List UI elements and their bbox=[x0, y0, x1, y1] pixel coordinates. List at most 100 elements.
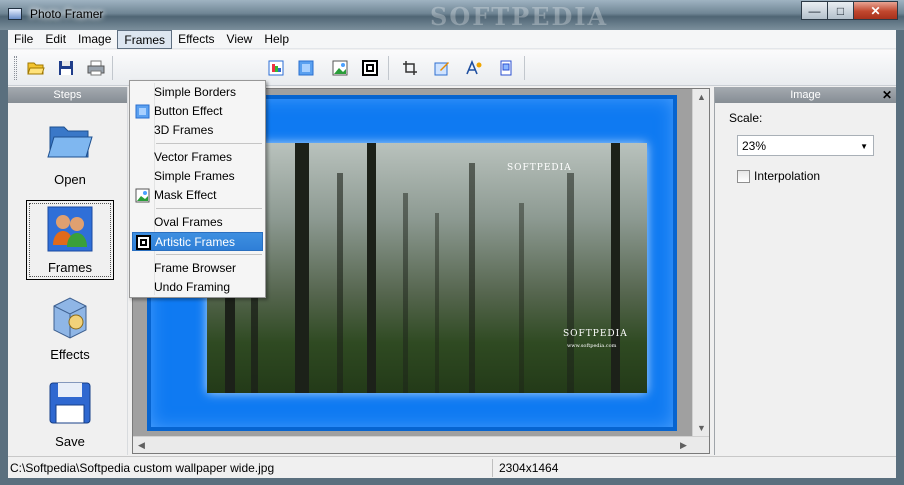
menu-item-mask-effect[interactable]: Mask Effect bbox=[132, 186, 263, 205]
menu-item-label: Simple Borders bbox=[154, 85, 237, 99]
mask-effect-button[interactable] bbox=[330, 58, 350, 78]
menu-help[interactable]: Help bbox=[258, 30, 295, 49]
close-button[interactable]: ✕ bbox=[853, 1, 898, 20]
menu-item-undo-framing[interactable]: Undo Framing bbox=[132, 278, 263, 297]
toolbar-grip[interactable] bbox=[14, 56, 17, 80]
photo-tree bbox=[469, 163, 475, 393]
menu-file[interactable]: File bbox=[8, 30, 39, 49]
menu-item-artistic-frames[interactable]: Artistic Frames bbox=[132, 232, 263, 251]
status-bar: C:\Softpedia\Softpedia custom wallpaper … bbox=[8, 456, 896, 478]
artistic-frames-icon bbox=[136, 235, 151, 250]
frame-browser-icon bbox=[500, 60, 512, 76]
horizontal-scrollbar[interactable]: ◀ ▶ bbox=[133, 436, 709, 453]
interpolation-option[interactable]: Interpolation bbox=[737, 169, 820, 183]
scroll-down-icon[interactable]: ▼ bbox=[693, 420, 709, 437]
menu-item-label: Mask Effect bbox=[154, 188, 217, 202]
step-open[interactable]: Open bbox=[26, 113, 114, 193]
mask-effect-icon bbox=[135, 188, 150, 203]
title-bar[interactable]: SOFTPEDIA Photo Framer — □ ✕ bbox=[0, 0, 904, 31]
menu-separator bbox=[156, 208, 262, 209]
crop-button[interactable] bbox=[400, 58, 420, 78]
save-button[interactable] bbox=[56, 58, 76, 78]
open-folder-button[interactable] bbox=[26, 58, 46, 78]
image-panel: Image ✕ Scale: 23% ▼ Interpolation bbox=[714, 87, 896, 455]
menu-item-label: Vector Frames bbox=[154, 150, 233, 164]
frame-browser-button[interactable] bbox=[496, 58, 516, 78]
photo-tree bbox=[337, 173, 343, 393]
menu-bar: File Edit Image Frames Effects View Help bbox=[8, 30, 896, 49]
adjust-image-button[interactable] bbox=[432, 58, 452, 78]
minimize-icon: — bbox=[808, 3, 821, 18]
photo-tree bbox=[435, 213, 439, 393]
scroll-left-icon[interactable]: ◀ bbox=[133, 437, 150, 453]
step-save[interactable]: Save bbox=[26, 375, 114, 455]
menu-image[interactable]: Image bbox=[72, 30, 117, 49]
maximize-button[interactable]: □ bbox=[827, 1, 854, 20]
save-icon bbox=[59, 61, 73, 75]
menu-item-label: Simple Frames bbox=[154, 169, 235, 183]
interpolation-label: Interpolation bbox=[754, 169, 821, 183]
step-frames-label: Frames bbox=[47, 260, 93, 275]
menu-item-vector-frames[interactable]: Vector Frames bbox=[132, 148, 263, 167]
photo-tree bbox=[295, 143, 309, 393]
menu-item-label: Frame Browser bbox=[154, 261, 237, 275]
simple-borders-button[interactable] bbox=[266, 58, 286, 78]
photo-watermark-bottom: SOFTPEDIA bbox=[563, 329, 628, 339]
steps-panel: Steps Open Frames Effects Save bbox=[8, 87, 128, 455]
image-panel-header: Image ✕ bbox=[715, 87, 896, 103]
toolbar-separator bbox=[388, 56, 389, 80]
photo-tree bbox=[403, 193, 408, 393]
minimize-button[interactable]: — bbox=[801, 1, 828, 20]
button-effect-button[interactable] bbox=[296, 58, 316, 78]
chevron-down-icon: ▼ bbox=[860, 142, 868, 151]
menu-item-oval-frames[interactable]: Oval Frames bbox=[132, 213, 263, 232]
menu-item-simple-frames[interactable]: Simple Frames bbox=[132, 167, 263, 186]
menu-item-button-effect[interactable]: Button Effect bbox=[132, 102, 263, 121]
close-icon: ✕ bbox=[870, 3, 881, 18]
scroll-right-icon[interactable]: ▶ bbox=[675, 437, 692, 453]
open-folder-icon bbox=[47, 126, 93, 158]
step-open-label: Open bbox=[54, 172, 86, 187]
photo-tree bbox=[567, 173, 574, 393]
step-frames[interactable]: Frames bbox=[26, 200, 114, 280]
users-icon bbox=[47, 206, 93, 252]
step-effects[interactable]: Effects bbox=[26, 288, 114, 368]
interpolation-checkbox[interactable] bbox=[737, 169, 750, 183]
app-window-icon[interactable] bbox=[8, 8, 22, 20]
menu-item-simple-borders[interactable]: Simple Borders bbox=[132, 83, 263, 102]
status-dimensions: 2304x1464 bbox=[499, 461, 559, 475]
step-save-label: Save bbox=[55, 434, 85, 449]
close-icon[interactable]: ✕ bbox=[882, 87, 892, 103]
toolbar-separator bbox=[112, 56, 113, 80]
text-button[interactable] bbox=[464, 58, 484, 78]
menu-separator bbox=[156, 254, 262, 255]
save-disk-icon bbox=[49, 382, 91, 424]
effects-box-icon bbox=[53, 297, 87, 339]
menu-view[interactable]: View bbox=[221, 30, 259, 49]
status-file-path: C:\Softpedia\Softpedia custom wallpaper … bbox=[10, 461, 275, 475]
scroll-up-icon[interactable]: ▲ bbox=[693, 89, 709, 106]
menu-edit[interactable]: Edit bbox=[39, 30, 72, 49]
maximize-icon: □ bbox=[836, 3, 845, 18]
photo-tree bbox=[367, 143, 376, 393]
menu-item-label: Oval Frames bbox=[154, 215, 223, 229]
menu-item-label: Button Effect bbox=[154, 104, 223, 118]
status-divider bbox=[492, 459, 493, 477]
menu-item-3d-frames[interactable]: 3D Frames bbox=[132, 121, 263, 140]
photo-tree bbox=[519, 203, 524, 393]
vertical-scrollbar[interactable]: ▲ ▼ bbox=[692, 89, 709, 437]
artistic-frames-button[interactable] bbox=[360, 58, 380, 78]
client-area: File Edit Image Frames Effects View Help bbox=[8, 30, 896, 478]
menu-item-frame-browser[interactable]: Frame Browser bbox=[132, 259, 263, 278]
mask-effect-icon bbox=[332, 60, 348, 76]
open-folder-icon bbox=[27, 62, 45, 75]
scale-select[interactable]: 23% ▼ bbox=[737, 135, 874, 156]
menu-effects[interactable]: Effects bbox=[172, 30, 220, 49]
button-effect-icon bbox=[135, 104, 150, 119]
toolbar-separator bbox=[524, 56, 525, 80]
print-button[interactable] bbox=[86, 58, 106, 78]
scale-value: 23% bbox=[742, 139, 767, 153]
menu-frames[interactable]: Frames bbox=[117, 30, 173, 49]
crop-icon bbox=[403, 61, 417, 75]
image-panel-title: Image bbox=[790, 89, 821, 101]
